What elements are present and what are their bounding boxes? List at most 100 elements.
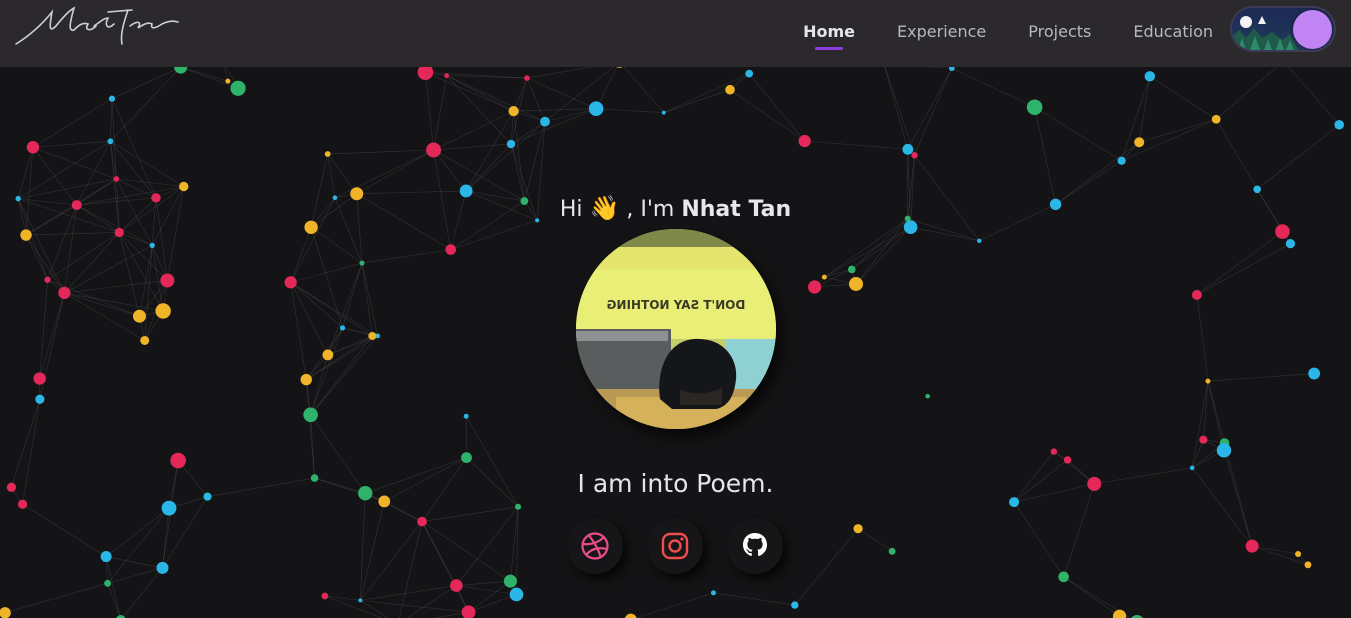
particle-dot [324,151,331,157]
particle-link [327,153,336,198]
particle-link [1149,76,1217,120]
nav-projects[interactable]: Projects [1028,22,1091,41]
particle-dot [463,413,469,419]
particle-dot [524,75,530,81]
particle-link [361,263,378,336]
particle-link [25,234,48,280]
particle-link [851,218,908,270]
particle-dot [1009,497,1020,508]
particle-dot [625,613,637,618]
particle-link [465,110,514,192]
particle-dot [33,372,46,385]
particle-link [1215,119,1258,190]
particle-link [180,66,228,82]
particle-link [663,89,731,113]
particle-dot [100,551,112,563]
particle-link [910,226,980,242]
particle-link [310,354,329,415]
particle-link [1063,576,1131,618]
particle-link [310,227,343,328]
navbar: Home Experience Projects Education [0,0,1351,67]
particle-link [596,108,664,113]
particle-link [1256,124,1340,190]
particle-dot [1285,238,1296,249]
theme-toggle[interactable] [1232,8,1334,50]
particle-dot [911,152,918,159]
particle-link [398,521,423,618]
particle-link [32,98,113,148]
particle-dot [1245,539,1259,553]
avatar: DON'T SAY NOTHING [576,229,776,429]
particle-dot [225,78,231,84]
particle-link [619,61,665,113]
particle-link [1196,243,1291,296]
particle-dot [588,101,604,116]
particle-link [360,600,389,618]
particle-dot [798,134,811,148]
particle-link [1196,294,1209,382]
logo-signature[interactable] [12,4,187,50]
instagram-button[interactable] [647,518,703,574]
particle-link [446,75,514,112]
particle-link [1283,60,1340,125]
github-button[interactable] [727,518,783,574]
particle-link [342,262,363,328]
particle-link [1207,373,1315,382]
nav-education[interactable]: Education [1133,22,1213,41]
particle-link [446,75,546,122]
particle-link [433,75,447,151]
hero-name: Nhat Tan [681,197,792,222]
particle-link [857,528,893,552]
particle-dot [1144,71,1155,82]
particle-link [1223,450,1253,547]
particle-link [105,507,170,557]
particle-dot [444,73,450,78]
particle-dot [461,605,476,618]
particle-dot [791,601,799,609]
particle-dot [710,590,716,596]
particle-dot [808,280,822,294]
particle-link [465,143,512,192]
particle-link [433,110,514,151]
toggle-knob [1293,10,1332,49]
particle-dot [160,273,175,288]
particle-link [526,77,597,109]
greeting-middle: , I'm [626,197,675,222]
particle-link [39,292,65,379]
particle-dot [300,373,312,386]
particle-dot [230,80,246,96]
particle-link [1191,381,1209,468]
nav-experience[interactable]: Experience [897,22,986,41]
particle-link [32,140,111,148]
particle-link [111,66,181,99]
particle-link [305,379,315,479]
particle-link [306,335,373,380]
particle-link [1252,545,1299,555]
particle-dot [503,574,517,588]
dribbble-button[interactable] [567,518,623,574]
particle-link [1063,576,1120,617]
particle-dot [821,274,827,280]
particle-dot [170,452,186,469]
particle-link [64,232,120,294]
nav-home[interactable]: Home [803,22,855,50]
dribbble-icon [581,532,609,560]
particle-dot [149,242,155,248]
particle-link [433,143,512,151]
particle-dot [26,141,40,154]
particle-dot [161,500,177,516]
particle-dot [358,598,363,603]
particle-dot [661,110,666,115]
particle-link [47,232,120,281]
particle-dot [461,452,472,464]
particle-dot [450,579,463,592]
particle-link [1121,76,1151,161]
particle-link [1196,231,1283,296]
particle-link [327,153,357,194]
particle-dot [44,276,51,283]
particle-dot [155,303,171,319]
particle-dot [132,309,146,323]
particle-link [951,67,1035,108]
particle-dot [1216,443,1232,458]
particle-link [446,75,512,145]
